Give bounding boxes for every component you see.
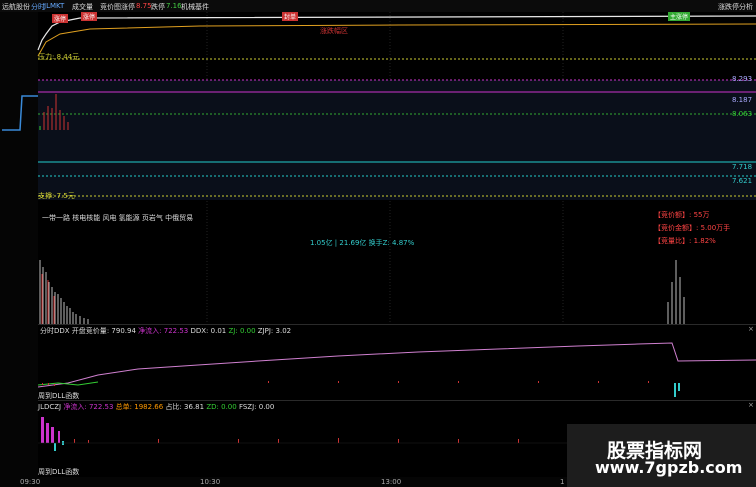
limit-up-tag-2: 涨停 (81, 12, 98, 21)
auction-amount: 【竞价额】: 55万 (654, 211, 710, 219)
auction-ratio: 【竞量比】: 1.82% (654, 237, 716, 245)
title-bar: 远航股份 分时 JLMKT 成交量 竞价图 涨停 8.75 跌停 7.16 机械… (0, 0, 756, 12)
seal-order-tag: 封单 (282, 12, 299, 21)
jldczj-footer: 周到DLL函数 (38, 468, 80, 476)
limit-down-label: 跌停 (151, 3, 165, 11)
status-line: 1.05亿 | 21.69亿 换手Z: 4.87% (310, 239, 415, 247)
watermark-logo: 股票指标网 www.7gpzb.com (567, 424, 756, 487)
auction-info-box: 【竞价额】: 55万 【竞价金额】: 5.00万手 【竞量比】: 1.82% (654, 210, 754, 246)
time-tick-1300: 13:00 (381, 478, 402, 486)
watermark-line2: www.7gpzb.com (595, 458, 743, 477)
auction-volume: 【竞价金额】: 5.00万手 (654, 224, 731, 232)
main-limit-up-tag: 主涨停 (668, 12, 691, 21)
support-label: 支撑: 7.5元 (38, 192, 75, 200)
tab-auction[interactable]: 竞价图 (100, 2, 121, 12)
tab-volume[interactable]: 成交量 (72, 2, 93, 12)
price-level-5: 7.621 (732, 177, 753, 185)
change-zone-text: 涨跌幅区 (320, 27, 348, 35)
ddx-curve-chart (38, 342, 756, 397)
main-price-chart[interactable] (0, 12, 756, 324)
limit-up-value: 8.75 (136, 2, 152, 10)
sector-label: 机械基件 (181, 3, 209, 11)
limit-up-tag: 涨停 (52, 14, 69, 23)
limit-up-label: 涨停 (121, 3, 135, 11)
price-level-1: 8.293 (732, 75, 753, 83)
price-level-3: 8.063 (732, 110, 753, 118)
time-tick-14: 1 (560, 478, 565, 486)
limit-down-value: 7.16 (166, 2, 182, 10)
limit-analysis-link[interactable]: 涨跌停分析 (718, 2, 753, 12)
price-level-2: 8.187 (732, 96, 753, 104)
stock-name[interactable]: 远航股份 (2, 2, 30, 12)
time-tick-1030: 10:30 (200, 478, 221, 486)
theme-text: 一带一路 核电核能 风电 氢能源 页岩气 中俄贸易 (42, 214, 194, 222)
tab-fenshi[interactable]: 分时 (31, 2, 45, 12)
pressure-label: 压力: 8.44元 (38, 53, 80, 61)
price-level-4: 7.718 (732, 163, 753, 171)
time-tick-0930: 09:30 (20, 478, 41, 486)
ddx-panel[interactable]: 分时DDX 开盘竞价量: 790.94 净流入: 722.53 DDX: 0.0… (38, 324, 756, 401)
tab-jlmkt[interactable]: JLMKT (44, 2, 64, 10)
